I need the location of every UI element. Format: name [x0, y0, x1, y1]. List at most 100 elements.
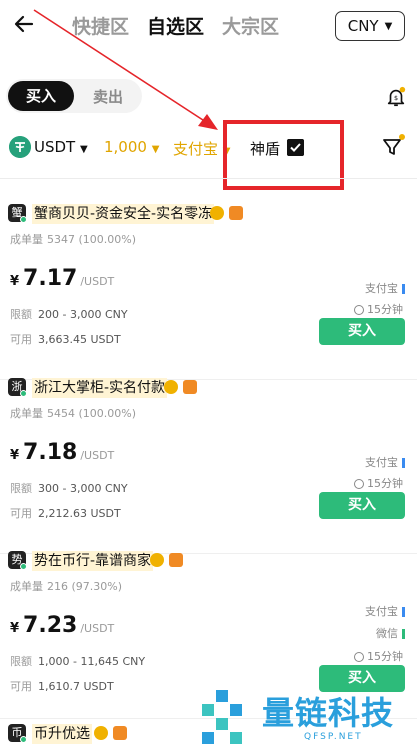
- order-volume-label: 成单量: [10, 580, 43, 593]
- amount-filter-label: 1,000: [104, 138, 147, 156]
- payment-time: 15分钟: [354, 301, 403, 317]
- annotation-highlight-box: [223, 120, 344, 190]
- coin-filter-label: USDT: [34, 138, 76, 156]
- payment-method: 支付宝: [365, 280, 405, 296]
- order-volume: 成单量 216 (97.30%): [10, 578, 122, 594]
- shield-badge-icon: [229, 206, 243, 220]
- shield-badge-icon: [169, 553, 183, 567]
- payment-time-value: 15分钟: [367, 303, 403, 316]
- filter-badge-dot: [399, 134, 405, 140]
- order-volume-value: 5347 (100.00%): [47, 233, 137, 246]
- price: ¥7.17/USDT: [10, 266, 114, 291]
- payment-filter-label: 支付宝: [173, 140, 219, 158]
- online-dot: [20, 736, 27, 743]
- limit-value: 200 - 3,000 CNY: [38, 308, 128, 321]
- limit: 限额 300 - 3,000 CNY: [10, 480, 128, 496]
- online-dot: [20, 390, 27, 397]
- price-unit: /USDT: [80, 622, 115, 635]
- limit-label: 限额: [10, 482, 32, 495]
- order-volume: 成单量 5454 (100.00%): [10, 405, 136, 421]
- online-dot: [20, 563, 27, 570]
- limit-label: 限额: [10, 655, 32, 668]
- svg-text:$: $: [394, 94, 398, 102]
- online-dot: [20, 216, 27, 223]
- buy-sell-toggle: 买入 卖出: [6, 79, 142, 113]
- offer-card: 蟹 蟹商贝贝-资金安全-实名零冻 成单量 5347 (100.00%) ¥7.17…: [0, 204, 417, 380]
- watermark-logo-icon: [202, 690, 242, 744]
- verified-badge-icon: [210, 206, 224, 220]
- watermark-domain: QFSP.NET: [304, 732, 363, 742]
- amount-filter[interactable]: 1,000 ▼: [104, 138, 159, 156]
- price: ¥7.18/USDT: [10, 440, 114, 465]
- merchant-name[interactable]: 币升优选: [32, 724, 92, 744]
- price-unit: /USDT: [80, 449, 115, 462]
- bell-notification-icon[interactable]: $: [385, 86, 407, 108]
- merchant-name[interactable]: 蟹商贝贝-资金安全-实名零冻: [32, 204, 215, 224]
- payment-time: 15分钟: [354, 648, 403, 664]
- merchant-name[interactable]: 浙江大掌柜-实名付款: [32, 378, 168, 398]
- coin-filter[interactable]: USDT ▼: [34, 138, 88, 156]
- payment-method: 支付宝: [365, 603, 405, 619]
- clock-icon: [354, 479, 364, 489]
- currency-selector[interactable]: CNY ▼: [335, 11, 405, 41]
- limit: 限额 200 - 3,000 CNY: [10, 306, 128, 322]
- payment-time: 15分钟: [354, 475, 403, 491]
- merchant-name[interactable]: 势在币行-靠谱商家: [32, 551, 154, 571]
- buy-button[interactable]: 买入: [319, 318, 405, 345]
- clock-icon: [354, 305, 364, 315]
- market-tabs: 快捷区 自选区 大宗区: [72, 12, 279, 39]
- available-label: 可用: [10, 333, 32, 346]
- caret-down-icon: ▼: [384, 20, 393, 32]
- payment-time-value: 15分钟: [367, 477, 403, 490]
- available-label: 可用: [10, 507, 32, 520]
- limit-value: 1,000 - 11,645 CNY: [38, 655, 146, 668]
- tab-custom[interactable]: 自选区: [147, 12, 204, 39]
- available: 可用 1,610.7 USDT: [10, 678, 114, 694]
- payment-time-value: 15分钟: [367, 650, 403, 663]
- payment-method: 微信: [376, 625, 405, 641]
- available-label: 可用: [10, 680, 32, 693]
- offer-card: 浙 浙江大掌柜-实名付款 成单量 5454 (100.00%) ¥7.18/USD…: [0, 378, 417, 554]
- divider: [0, 178, 417, 179]
- price: ¥7.23/USDT: [10, 613, 114, 638]
- back-arrow-icon[interactable]: [12, 12, 36, 36]
- available-value: 2,212.63 USDT: [38, 507, 121, 520]
- available-value: 1,610.7 USDT: [38, 680, 114, 693]
- order-volume-label: 成单量: [10, 407, 43, 420]
- sell-toggle[interactable]: 卖出: [74, 86, 142, 107]
- payment-filter[interactable]: 支付宝 ▼: [173, 138, 231, 159]
- price-value: 7.23: [23, 613, 78, 638]
- buy-button[interactable]: 买入: [319, 492, 405, 519]
- header: 快捷区 自选区 大宗区 CNY ▼: [0, 0, 417, 52]
- shield-badge-icon: [113, 726, 127, 740]
- watermark-title: 量链科技: [262, 694, 395, 732]
- shield-badge-icon: [183, 380, 197, 394]
- order-volume-value: 5454 (100.00%): [47, 407, 137, 420]
- verified-badge-icon: [164, 380, 178, 394]
- available: 可用 3,663.45 USDT: [10, 331, 121, 347]
- currency-symbol: ¥: [10, 621, 20, 636]
- available-value: 3,663.45 USDT: [38, 333, 121, 346]
- available: 可用 2,212.63 USDT: [10, 505, 121, 521]
- price-value: 7.17: [23, 266, 78, 291]
- verified-badge-icon: [150, 553, 164, 567]
- usdt-coin-icon: [9, 136, 31, 158]
- buy-toggle[interactable]: 买入: [8, 81, 74, 111]
- order-volume: 成单量 5347 (100.00%): [10, 231, 136, 247]
- price-value: 7.18: [23, 440, 78, 465]
- order-volume-label: 成单量: [10, 233, 43, 246]
- clock-icon: [354, 652, 364, 662]
- currency-label: CNY: [347, 17, 379, 35]
- verified-badge-icon: [94, 726, 108, 740]
- limit-label: 限额: [10, 308, 32, 321]
- limit: 限额 1,000 - 11,645 CNY: [10, 653, 145, 669]
- order-volume-value: 216 (97.30%): [47, 580, 123, 593]
- watermark: 量链科技 QFSP.NET: [196, 688, 417, 750]
- currency-symbol: ¥: [10, 274, 20, 289]
- caret-down-icon: ▼: [80, 144, 88, 155]
- tab-bulk[interactable]: 大宗区: [222, 12, 279, 39]
- tab-quick[interactable]: 快捷区: [72, 12, 129, 39]
- limit-value: 300 - 3,000 CNY: [38, 482, 128, 495]
- price-unit: /USDT: [80, 275, 115, 288]
- payment-method: 支付宝: [365, 454, 405, 470]
